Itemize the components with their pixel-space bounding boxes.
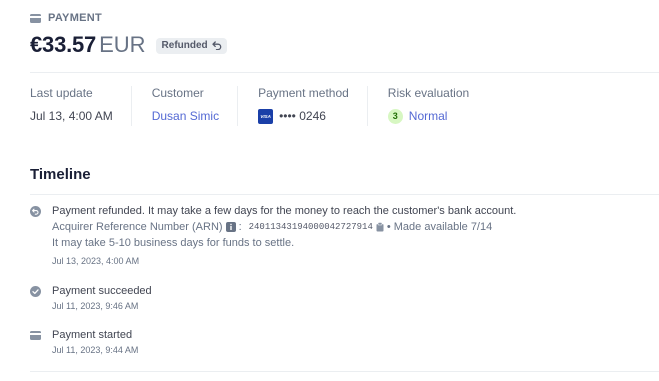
event-time: Jul 11, 2023, 9:44 AM [52, 345, 139, 355]
event-title: Payment refunded. It may take a few days… [52, 205, 517, 217]
event-title: Payment succeeded [52, 285, 152, 297]
payment-card-icon [30, 331, 41, 340]
timeline-divider [30, 194, 659, 195]
customer-label: Customer [151, 86, 204, 100]
status-badge: Refunded [155, 37, 227, 54]
timeline-title: Timeline [30, 166, 91, 183]
customer-col: Customer Dusan Simic [151, 86, 239, 126]
status-text: Refunded [161, 40, 208, 51]
arn-line: Acquirer Reference Number (ARN) : 240113… [52, 221, 493, 233]
payment-method-label: Payment method [258, 86, 349, 100]
copy-icon[interactable] [376, 222, 384, 232]
payment-amount: €33.57 [30, 32, 97, 57]
event-note: It may take 5-10 business days for funds… [52, 237, 295, 249]
risk-level-link[interactable]: Normal [409, 109, 448, 123]
header-divider [30, 72, 659, 73]
payment-method-col: Payment method VISA •••• 0246 [258, 86, 368, 126]
risk-label: Risk evaluation [387, 86, 470, 100]
last-update-value: Jul 13, 4:00 AM [30, 109, 113, 123]
refund-icon [30, 206, 41, 217]
last-update-label: Last update [30, 86, 93, 100]
arn-suffix: • Made available 7/14 [386, 221, 493, 233]
check-circle-icon [30, 286, 41, 297]
event-title: Payment started [52, 329, 133, 341]
section-label: PAYMENT [48, 12, 103, 24]
visa-card-icon: VISA [258, 108, 274, 124]
customer-link[interactable]: Dusan Simic [152, 109, 219, 123]
payment-currency: EUR [99, 32, 146, 57]
risk-col: Risk evaluation 3 Normal [387, 86, 487, 126]
refund-arrow-icon [212, 41, 221, 50]
arn-value: 24011343194000042727914 [248, 222, 373, 232]
risk-score-badge: 3 [387, 108, 403, 124]
event-time: Jul 11, 2023, 9:46 AM [52, 301, 139, 311]
arn-label: Acquirer Reference Number (ARN) [52, 221, 223, 233]
payment-card-icon [30, 13, 41, 23]
last-update-col: Last update Jul 13, 4:00 AM [30, 86, 132, 126]
amount-row: €33.57 EUR Refunded [30, 32, 227, 58]
summary-row: Last update Jul 13, 4:00 AM Customer Dus… [30, 86, 507, 126]
info-icon[interactable] [225, 222, 236, 232]
bottom-divider [30, 371, 659, 372]
card-number: •••• 0246 [279, 109, 326, 123]
event-time: Jul 13, 2023, 4:00 AM [52, 256, 140, 266]
section-header: PAYMENT [30, 12, 102, 24]
